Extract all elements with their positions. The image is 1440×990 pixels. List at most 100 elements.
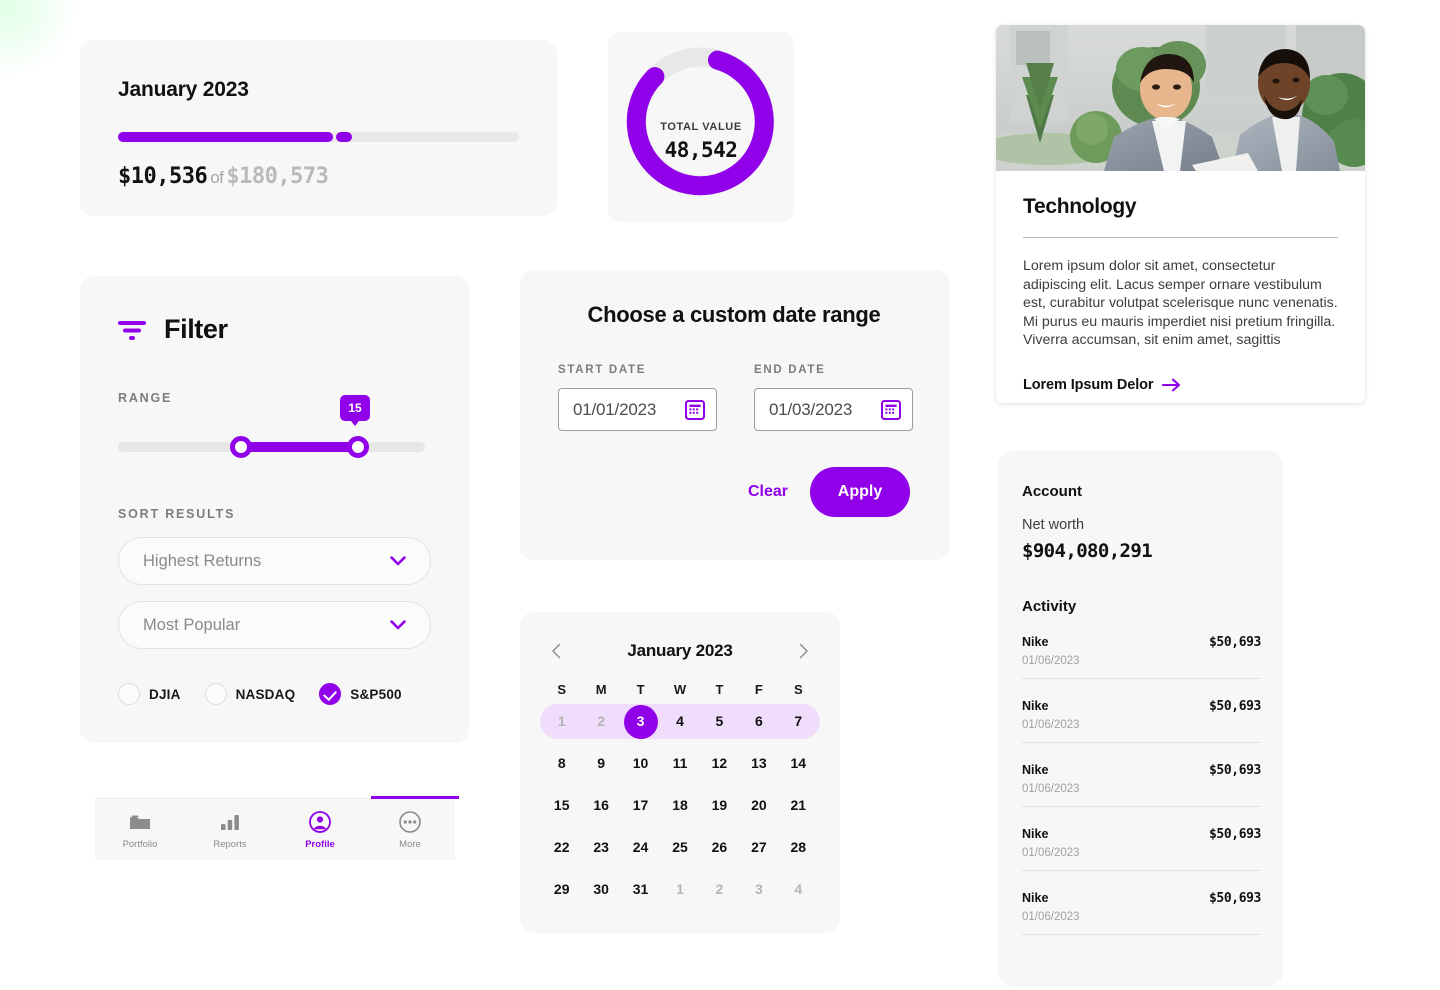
activity-name: Nike: [1022, 699, 1049, 713]
calendar-day[interactable]: 29: [542, 872, 581, 907]
weekday-label: T: [715, 682, 724, 697]
two-businessmen-talking-outdoors-photo: [996, 25, 1365, 171]
calendar-day[interactable]: 8: [542, 746, 581, 781]
activity-date: 01/06/2023: [1022, 847, 1080, 859]
activity-row[interactable]: Nike $50,693 01/06/2023: [1022, 679, 1261, 743]
calendar-week-row: 15 16 17 18 19 20 21: [542, 788, 818, 823]
calendar-day[interactable]: 21: [779, 788, 818, 823]
calendar-month-label: January 2023: [627, 641, 733, 660]
activity-row-top: Nike $50,693: [1022, 827, 1261, 842]
calendar-day[interactable]: 4: [660, 704, 699, 739]
calendar-icon[interactable]: [685, 399, 705, 420]
net-worth-label: Net worth: [1022, 517, 1085, 533]
calendar-day-selected[interactable]: 3: [621, 704, 660, 739]
technology-article-card[interactable]: Technology Lorem ipsum dolor sit amet, c…: [996, 25, 1365, 403]
calendar-day[interactable]: 11: [660, 746, 699, 781]
radio-circle-icon[interactable]: [118, 683, 140, 705]
range-slider-handle-low[interactable]: [230, 436, 252, 458]
activity-amount: $50,693: [1209, 763, 1261, 778]
start-date-input[interactable]: 01/01/2023: [558, 388, 717, 431]
calendar-day[interactable]: 26: [700, 830, 739, 865]
activity-row[interactable]: Nike $50,693 01/06/2023: [1022, 871, 1261, 935]
apply-button[interactable]: Apply: [810, 467, 910, 517]
calendar-day[interactable]: 3: [739, 872, 778, 907]
activity-row[interactable]: Nike $50,693 01/06/2023: [1022, 743, 1261, 807]
calendar-day[interactable]: 14: [779, 746, 818, 781]
activity-amount: $50,693: [1209, 699, 1261, 714]
sort-select-highest-returns[interactable]: Highest Returns: [118, 537, 431, 585]
calendar-day[interactable]: 6: [739, 704, 778, 739]
activity-name: Nike: [1022, 763, 1049, 777]
radio-item-nasdaq[interactable]: NASDAQ: [204, 683, 296, 705]
calendar-day[interactable]: 20: [739, 788, 778, 823]
nav-item-reports[interactable]: Reports: [185, 799, 275, 860]
calendar-day[interactable]: 17: [621, 788, 660, 823]
calendar-card: January 2023 S M T W T F S 1 2 3 4 5 6 7 8 9 10 11…: [520, 612, 840, 933]
calendar-day[interactable]: 31: [621, 872, 660, 907]
activity-list: Nike $50,693 01/06/2023 Nike $50,693 01/06/20…: [1022, 615, 1261, 935]
calendar-day[interactable]: 10: [621, 746, 660, 781]
calendar-day[interactable]: 2: [581, 704, 620, 739]
calendar-week-row: 29 30 31 1 2 3 4: [542, 872, 818, 907]
chevron-left-icon[interactable]: [548, 642, 566, 660]
nav-item-more[interactable]: More: [365, 799, 455, 860]
calendar-day[interactable]: 1: [660, 872, 699, 907]
donut-value: 48,542: [664, 138, 738, 162]
calendar-day[interactable]: 5: [700, 704, 739, 739]
chevron-right-icon[interactable]: [794, 642, 812, 660]
sort-section-label: SORT RESULTS: [118, 507, 236, 521]
activity-title: Activity: [1022, 598, 1077, 615]
activity-row-top: Nike $50,693: [1022, 891, 1261, 906]
activity-date: 01/06/2023: [1022, 911, 1080, 923]
activity-date: 01/06/2023: [1022, 655, 1080, 667]
clear-button[interactable]: Clear: [748, 483, 788, 501]
calendar-day[interactable]: 4: [779, 872, 818, 907]
calendar-day[interactable]: 1: [542, 704, 581, 739]
calendar-day[interactable]: 25: [660, 830, 699, 865]
activity-row-top: Nike $50,693: [1022, 763, 1261, 778]
calendar-day[interactable]: 9: [581, 746, 620, 781]
calendar-day[interactable]: 12: [700, 746, 739, 781]
technology-card-link[interactable]: Lorem Ipsum Delor: [1023, 377, 1338, 393]
activity-row-top: Nike $50,693: [1022, 635, 1261, 650]
sort-select-most-popular[interactable]: Most Popular: [118, 601, 431, 649]
calendar-day[interactable]: 22: [542, 830, 581, 865]
range-slider[interactable]: 15: [118, 395, 425, 463]
activity-name: Nike: [1022, 827, 1049, 841]
calendar-day[interactable]: 18: [660, 788, 699, 823]
calendar-day[interactable]: 23: [581, 830, 620, 865]
calendar-day[interactable]: 19: [700, 788, 739, 823]
account-card: Account Net worth $904,080,291 Activity …: [998, 451, 1283, 986]
calendar-day[interactable]: 30: [581, 872, 620, 907]
activity-row[interactable]: Nike $50,693 01/06/2023: [1022, 807, 1261, 871]
technology-card-text: Lorem ipsum dolor sit amet, consectetur …: [1023, 258, 1338, 348]
chevron-down-icon: [390, 620, 406, 630]
end-date-input[interactable]: 01/03/2023: [754, 388, 913, 431]
activity-row[interactable]: Nike $50,693 01/06/2023: [1022, 615, 1261, 679]
radio-item-djia[interactable]: DJIA: [118, 683, 181, 705]
radio-item-sp500[interactable]: S&P500: [319, 683, 402, 705]
net-worth-value: $904,080,291: [1022, 540, 1153, 562]
calendar-day[interactable]: 2: [700, 872, 739, 907]
calendar-day[interactable]: 7: [779, 704, 818, 739]
calendar-header: January 2023: [542, 634, 818, 668]
sort-select-value: Most Popular: [143, 615, 241, 634]
progress-bar-fill: [118, 132, 333, 142]
calendar-day[interactable]: 28: [779, 830, 818, 865]
radio-check-icon[interactable]: [319, 683, 342, 705]
calendar-day[interactable]: 27: [739, 830, 778, 865]
radio-circle-icon[interactable]: [204, 683, 227, 705]
custom-date-range-card: Choose a custom date range START DATE 01…: [520, 270, 950, 560]
nav-item-profile[interactable]: Profile: [275, 799, 365, 860]
calendar-day[interactable]: 13: [739, 746, 778, 781]
donut-label: TOTAL VALUE: [660, 121, 742, 133]
end-date-value: 01/03/2023: [769, 399, 853, 419]
range-slider-handle-high[interactable]: [347, 436, 369, 458]
activity-amount: $50,693: [1209, 891, 1261, 906]
calendar-icon[interactable]: [881, 399, 901, 420]
calendar-day[interactable]: 16: [581, 788, 620, 823]
chevron-down-icon: [390, 556, 406, 566]
calendar-day[interactable]: 24: [621, 830, 660, 865]
nav-item-portfolio[interactable]: Portfolio: [95, 799, 185, 860]
calendar-day[interactable]: 15: [542, 788, 581, 823]
